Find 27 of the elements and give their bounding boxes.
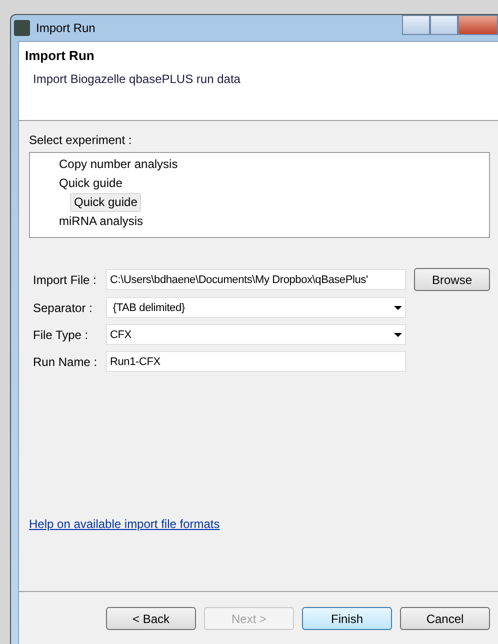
help-link[interactable]: Help on available import file formats <box>29 517 220 531</box>
wizard-button[interactable]: Cancel <box>400 607 490 630</box>
tree-item[interactable]: Quick guide <box>55 174 126 193</box>
tree-item[interactable]: Copy number analysis <box>55 155 182 174</box>
text-field[interactable]: C:\Users\bdhaene\Documents\My Dropbox\qBasePlus' <box>106 269 406 290</box>
dialog-heading: Import Run <box>25 48 94 63</box>
dropdown-arrow-icon <box>394 332 402 336</box>
close-button[interactable] <box>458 15 498 35</box>
window-title: Import Run <box>36 21 96 35</box>
maximize-button[interactable] <box>430 15 458 35</box>
dropdown-field[interactable]: CFX <box>106 324 406 345</box>
tree-item[interactable]: Quick guide <box>70 193 142 212</box>
tree-item[interactable]: miRNA analysis <box>55 212 148 231</box>
wizard-button[interactable]: < Back <box>106 607 196 630</box>
wizard-button[interactable]: Finish <box>302 607 392 630</box>
field-label: File Type : <box>33 328 90 342</box>
dropdown-arrow-icon <box>394 306 402 310</box>
browse-button[interactable]: Browse <box>414 268 490 291</box>
dropdown-field[interactable]: {TAB delimited} <box>106 297 406 318</box>
field-label: Separator : <box>33 300 94 314</box>
dialog-subtitle: Import Biogazelle qbasePLUS run data <box>33 72 240 86</box>
field-label: Import File : <box>33 272 98 286</box>
minimize-button[interactable] <box>402 15 430 35</box>
field-label: Select experiment : <box>29 133 132 147</box>
app-logo-icon <box>14 20 30 36</box>
field-label: Run Name : <box>33 354 98 368</box>
text-field[interactable]: Run1-CFX <box>106 351 406 372</box>
